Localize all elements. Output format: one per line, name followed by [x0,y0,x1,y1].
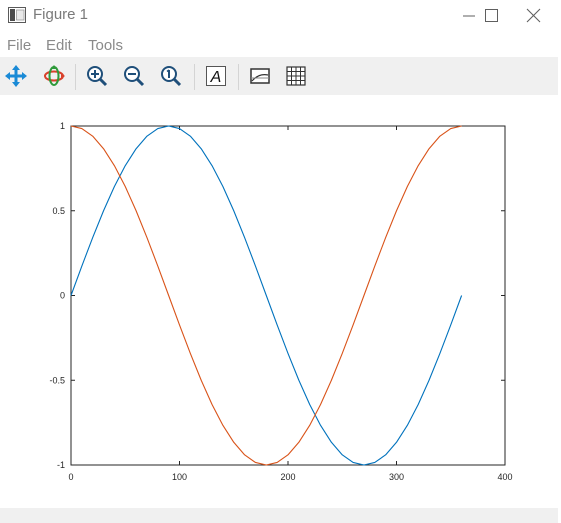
zoom-in-icon [87,66,108,87]
insert-text-button[interactable]: A [205,65,227,87]
toolbar: A [0,57,558,95]
rotate-button[interactable] [43,65,65,87]
figure-window: Figure 1 File Edit Tools A 0 100 200 300… [0,0,559,523]
svg-text:A: A [210,69,222,86]
y-tick-label: 1 [60,121,65,131]
maximize-button[interactable] [469,0,515,31]
zoom-in-button[interactable] [86,65,108,87]
toolbar-separator [238,64,239,90]
y-tick-label: -1 [57,460,65,470]
menu-tools[interactable]: Tools [88,37,123,54]
menu-file[interactable]: File [7,37,31,54]
y-tick-label: 0 [60,291,65,301]
y-tick-label: 0.5 [52,206,65,216]
pan-button[interactable] [5,65,27,87]
x-tick-label: 100 [172,472,187,482]
figure-canvas[interactable]: 0 100 200 300 400 1 0.5 0 -0.5 -1 [0,95,558,508]
close-icon [526,8,541,23]
zoom-reset-icon [161,66,182,87]
grid-toggle-icon [286,66,306,86]
pan-icon [5,65,27,87]
x-tick-label: 300 [389,472,404,482]
menu-edit[interactable]: Edit [46,37,72,54]
x-tick-label: 400 [497,472,512,482]
zoom-out-button[interactable] [123,65,145,87]
figure-app-icon [8,7,26,23]
status-bar [0,508,558,523]
toolbar-separator [75,64,76,90]
plot-area[interactable]: 0 100 200 300 400 1 0.5 0 -0.5 -1 [0,95,558,508]
x-tick-label: 200 [280,472,295,482]
zoom-out-icon [124,66,145,87]
axes-toggle-icon [250,68,270,84]
menu-bar: File Edit Tools [0,34,558,57]
toolbar-separator [194,64,195,90]
text-annotation-icon: A [206,66,226,86]
axes-box [70,125,506,466]
window-title: Figure 1 [33,6,89,23]
close-button[interactable] [511,0,557,31]
toggle-grid-button[interactable] [285,65,307,87]
toggle-axes-button[interactable] [249,65,271,87]
title-bar: Figure 1 [0,0,558,31]
x-tick-label: 0 [68,472,73,482]
rotate-icon [44,65,65,86]
maximize-icon [485,9,498,22]
y-tick-label: -0.5 [49,375,65,385]
zoom-reset-button[interactable] [160,65,182,87]
